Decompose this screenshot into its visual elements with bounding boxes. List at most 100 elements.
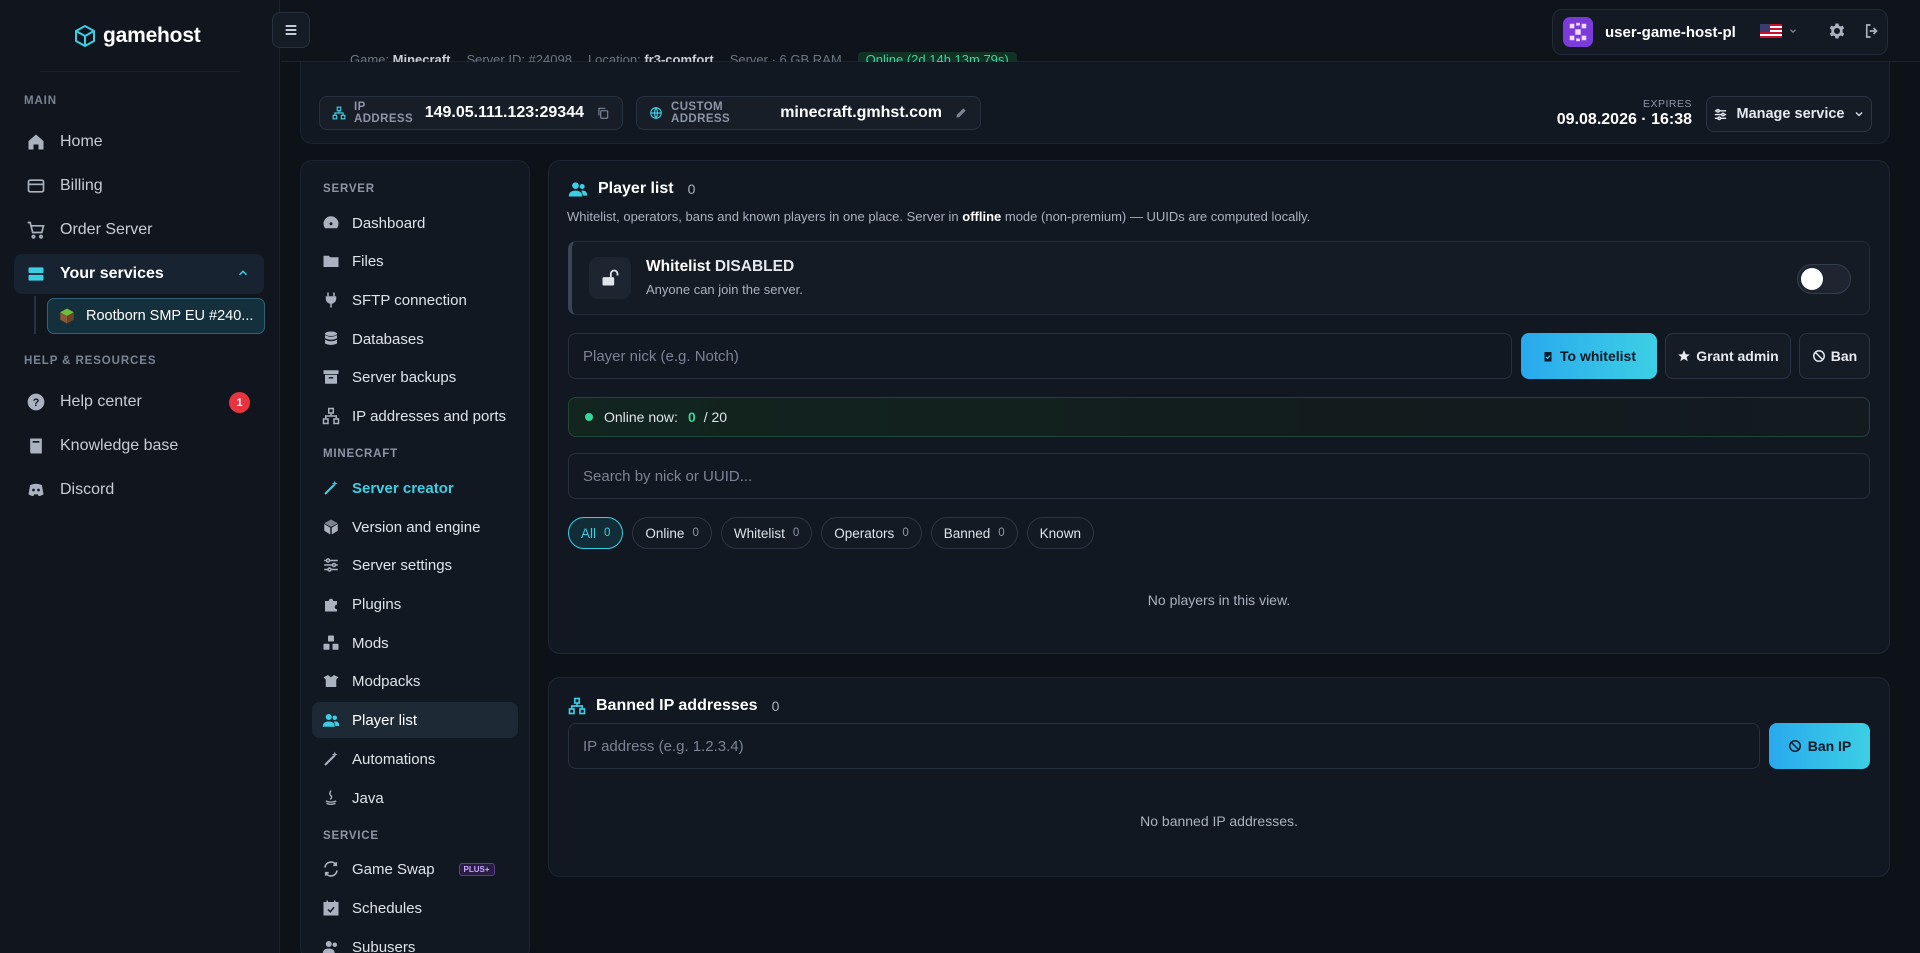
copy-icon[interactable] [596,106,610,120]
sidebar-item-knowledge-base[interactable]: Knowledge base [14,426,264,466]
brand-name: gamehost [103,24,201,47]
nav-item-label: Dashboard [352,214,426,232]
filter-chip-operators[interactable]: Operators 0 [821,517,922,549]
nav-item-label: Player list [352,711,418,729]
sidebar-item-billing[interactable]: Billing [14,166,264,206]
nav-item-game-swap[interactable]: Game Swap PLUS+ [312,851,518,887]
box-open-icon [322,672,340,690]
gear-icon[interactable] [1828,22,1846,40]
filter-chip-online[interactable]: Online 0 [632,517,712,549]
nav-item-files[interactable]: Files [312,243,518,279]
ip-address-input[interactable] [568,723,1760,769]
sidebar-item-home[interactable]: Home [14,122,264,162]
whitelist-toggle[interactable] [1797,264,1851,294]
nav-item-subusers[interactable]: Subusers [312,929,518,953]
nav-section-server: SERVER [323,183,375,195]
nav-item-plugins[interactable]: Plugins [312,586,518,622]
player-nick-input[interactable] [568,333,1512,379]
network-icon [568,697,586,715]
sidebar-item-label: Order Server [60,221,153,238]
nav-item-backups[interactable]: Server backups [312,359,518,395]
nav-item-label: SFTP connection [352,291,467,309]
online-label: Online now: [604,409,678,425]
player-count: 0 [687,181,696,197]
menu-toggle-button[interactable] [272,12,310,48]
player-search-input[interactable] [568,453,1870,499]
button-label: Ban [1830,348,1858,364]
cubes-icon [322,634,340,652]
nav-item-version-engine[interactable]: Version and engine [312,509,518,545]
nav-item-label: Version and engine [352,518,481,536]
manage-service-button[interactable]: Manage service [1706,96,1872,132]
chevron-down-icon [1853,108,1865,120]
chevron-down-icon [1788,26,1798,36]
nav-item-label: Java [352,789,384,807]
main-sidebar: gamehost MAIN Home Billing Order Server … [0,0,280,953]
network-icon [322,407,340,425]
nav-section-minecraft: MINECRAFT [323,448,398,460]
sidebar-item-label: Discord [60,481,115,498]
nav-item-java[interactable]: Java [312,780,518,816]
nav-item-schedules[interactable]: Schedules [312,890,518,926]
nav-item-label: Automations [352,750,436,768]
whitelist-title: Whitelist DISABLED [646,258,795,275]
sliders-icon [322,556,340,574]
sidebar-item-help-center[interactable]: ? Help center 1 [14,382,264,422]
nav-item-player-list[interactable]: Player list [312,702,518,738]
cube-logo-icon [73,24,97,48]
pencil-icon[interactable] [954,106,968,120]
cube-icon [322,518,340,536]
language-selector[interactable] [1760,24,1798,38]
billing-icon [26,176,46,196]
nav-item-server-creator[interactable]: Server creator [312,470,518,506]
nav-item-label: Server backups [352,368,457,386]
filter-chip-whitelist[interactable]: Whitelist 0 [720,517,813,549]
nav-item-modpacks[interactable]: Modpacks [312,663,518,699]
grass-block-icon [58,307,76,325]
users-icon [322,938,340,953]
ban-ip-button[interactable]: Ban IP [1769,723,1870,769]
to-whitelist-button[interactable]: To whitelist [1521,333,1657,379]
online-max: / 20 [703,409,728,425]
nav-item-databases[interactable]: Databases [312,321,518,357]
brand-divider [40,71,240,72]
custom-address-label: CUSTOM ADDRESS [671,101,731,125]
user-menu[interactable]: user-game-host-pl [1552,9,1888,55]
nav-item-sftp[interactable]: SFTP connection [312,282,518,318]
filter-chip-all[interactable]: All 0 [568,517,624,549]
avatar [1563,17,1593,47]
online-now-bar: Online now: 0 / 20 [568,397,1870,437]
unlock-icon [589,257,631,299]
service-item-rootborn[interactable]: Rootborn SMP EU #240... [47,298,265,334]
nav-item-dashboard[interactable]: Dashboard [312,205,518,241]
nav-item-label: Server settings [352,556,453,574]
grant-admin-button[interactable]: Grant admin [1665,333,1791,379]
nav-item-server-settings[interactable]: Server settings [312,547,518,583]
player-filter-chips: All 0 Online 0 Whitelist 0 Operators 0 Banne… [568,517,1094,549]
nav-item-automations[interactable]: Automations [312,741,518,777]
sidebar-item-label: Billing [60,177,103,194]
logout-icon[interactable] [1863,22,1881,40]
nav-item-mods[interactable]: Mods [312,625,518,661]
book-icon [26,436,46,456]
service-item-label: Rootborn SMP EU #240... [86,308,254,324]
users-icon [568,179,588,199]
help-icon: ? [26,392,46,412]
database-icon [322,330,340,348]
sidebar-item-discord[interactable]: Discord [14,470,264,510]
users-icon [322,711,340,729]
nav-item-label: Databases [352,330,424,348]
java-icon [322,789,340,807]
chevron-up-icon[interactable] [236,266,250,280]
brand-logo[interactable]: gamehost [73,24,201,48]
filter-chip-known[interactable]: Known [1026,517,1094,549]
filter-chip-banned[interactable]: Banned 0 [930,517,1018,549]
nav-item-label: Subusers [352,938,416,953]
button-label: To whitelist [1560,348,1636,364]
sidebar-item-order-server[interactable]: Order Server [14,210,264,250]
sidebar-item-your-services[interactable]: Your services [14,254,264,294]
star-icon [1677,349,1691,363]
ban-button[interactable]: Ban [1799,333,1870,379]
nav-item-ip-ports[interactable]: IP addresses and ports [312,398,518,434]
banned-ips-empty-state: No banned IP addresses. [1140,813,1298,829]
